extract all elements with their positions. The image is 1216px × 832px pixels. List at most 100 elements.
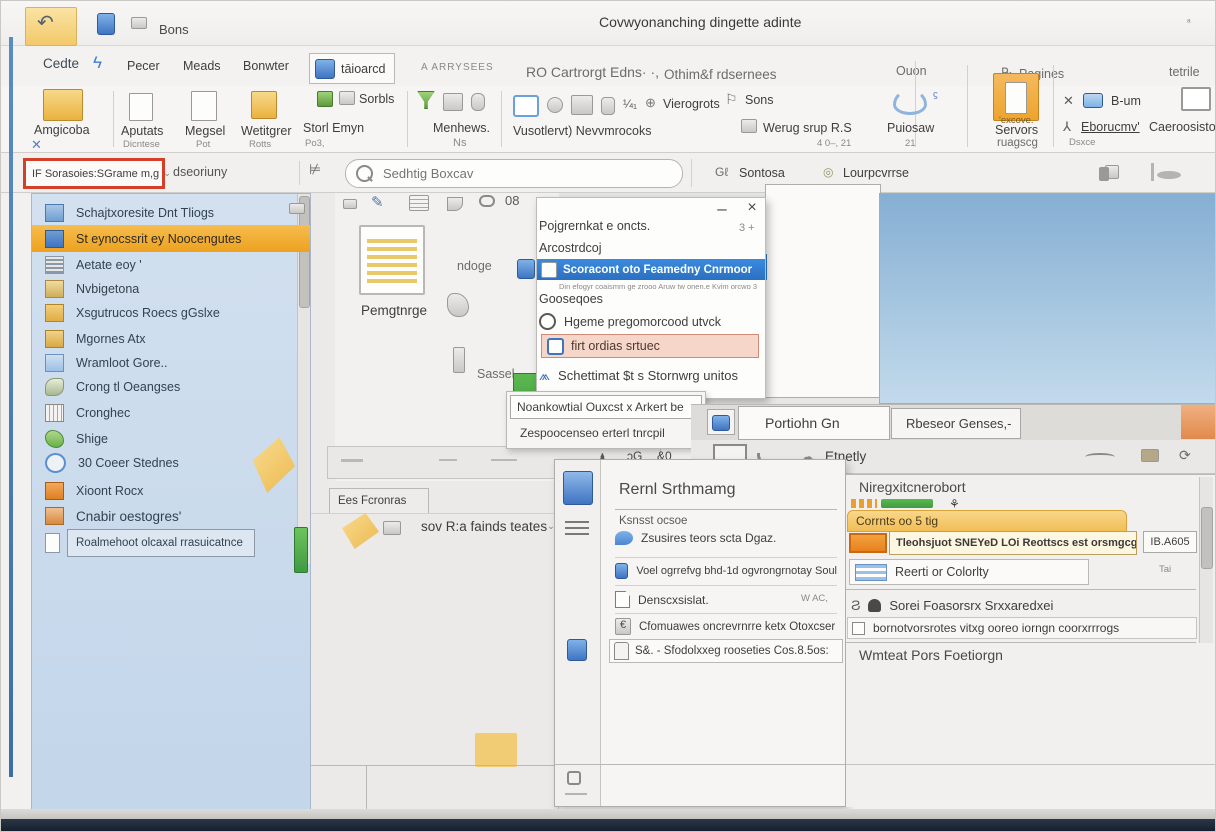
storl-funnel-icon[interactable]	[317, 91, 333, 107]
sidebar-item-13[interactable]: Cnabir oestogres'	[33, 504, 307, 528]
table2-icon[interactable]	[571, 95, 593, 115]
search-bar[interactable]	[345, 159, 683, 188]
tab-row-blue-icon[interactable]	[707, 409, 735, 435]
tab-portiohn[interactable]: Portiohn Gn	[738, 406, 890, 440]
popup-row-hgeme[interactable]: Hgeme pregomorcood utvck	[539, 313, 763, 330]
printer-small-icon[interactable]	[567, 639, 587, 661]
bes-format-tab[interactable]: Ees Fcronras	[329, 488, 429, 513]
pane-corner-icon-2[interactable]	[1157, 171, 1181, 179]
menhews-clip-icon[interactable]	[471, 93, 485, 111]
search-folder-icon	[45, 453, 66, 473]
sidebar-item-1[interactable]: Schajtxoresite Dnt Tliogs	[33, 201, 307, 225]
strip-box-icon[interactable]	[343, 199, 357, 209]
pemgtnrge-document-icon[interactable]	[359, 225, 425, 295]
list-frame-icon[interactable]	[513, 95, 539, 117]
sidebar-item-4[interactable]: Nvbigetona	[33, 277, 307, 301]
right-scroll-thumb[interactable]	[1201, 507, 1213, 569]
right-row-1-valuebox[interactable]: IB.A605	[1143, 531, 1197, 553]
servors-icon[interactable]	[993, 73, 1039, 121]
strip-glasses-icon[interactable]	[479, 195, 495, 207]
right-row-1-label: Tleohsjuot SNEYeD LOi Reottscs est orsmg…	[896, 537, 1137, 549]
dialog-row-5-box[interactable]: S&. - Sfodolxxeg rooseties Cos.8.5os:	[609, 639, 843, 663]
pane-corner-icon-1[interactable]	[1099, 167, 1109, 181]
popup-pink-box[interactable]: firt ordias srtuec	[541, 334, 759, 358]
ribbon-tab-active[interactable]: tāioarcd	[309, 53, 395, 84]
filter-box-highlight[interactable]: IF Sorasoies:SGrame m,g ⌄	[23, 158, 165, 189]
ribbon-tab-bonwter[interactable]: Bonwter	[243, 59, 289, 73]
folder-small-icon[interactable]	[1141, 449, 1159, 462]
popup-row-schettimat[interactable]: ⩕ Schettimat $t s Stornwrg unitos	[539, 367, 763, 384]
undo-icon[interactable]: ↶	[37, 15, 59, 33]
printer-icon[interactable]	[563, 471, 593, 505]
picture-icon[interactable]	[1083, 93, 1103, 108]
checkbox-icon[interactable]	[852, 622, 865, 635]
ribbon-tab-meads[interactable]: Meads	[183, 59, 221, 73]
dialog-row-1[interactable]: Zsusires teors scta Dgaz.	[615, 531, 837, 545]
ribbon-tab-pecer[interactable]: Pecer	[127, 59, 160, 73]
link-icon[interactable]	[547, 97, 563, 113]
popup-selected-row[interactable]: Scoracont oto Feamedny Cnrmoor	[537, 259, 765, 280]
strip-pencil-icon[interactable]: ✎	[371, 193, 389, 211]
werug-grid-icon[interactable]	[741, 119, 757, 133]
sidebar-item-8-label: Crong tl Oeangses	[76, 380, 180, 394]
sidebar-item-3[interactable]: Aetate eoy '	[33, 253, 307, 277]
refresh-icon[interactable]: ⟳	[1179, 447, 1197, 463]
folder-row-label[interactable]: sov R:a fainds teates	[421, 519, 547, 534]
orange-group-tab[interactable]: Corrnts oo 5 tig	[847, 510, 1127, 532]
speech-bubble-icon	[615, 531, 633, 545]
search-icon	[356, 165, 373, 182]
search-input[interactable]	[381, 165, 645, 182]
save-window-icon[interactable]	[97, 13, 115, 35]
sorbls-table-icon[interactable]	[339, 91, 355, 105]
sidebar-item-6[interactable]: Mgornes Atx	[33, 327, 307, 351]
right-row-3[interactable]: Ϩ Sorei Foasorsrx Srxxaredxei	[851, 593, 1191, 617]
dialog-row-2[interactable]: Voel ogrrefvg bhd-1d ogvrongrnotay Soul	[615, 563, 837, 579]
popup-minimize-button[interactable]: –	[713, 199, 731, 217]
right-panel-scrollbar[interactable]	[1199, 477, 1213, 643]
sons-label[interactable]: Sons	[745, 93, 774, 107]
right-row-1-iconbox[interactable]	[849, 533, 887, 553]
dialog-row-4[interactable]: € Cfomuawes oncrevrnrre ketx Otoxcser	[615, 618, 837, 635]
lourpcvrrse-button[interactable]: Lourpcvrrse	[843, 166, 909, 180]
sidebar-item-5[interactable]: Xsgutrucos Roecs gGslxe	[33, 301, 307, 325]
menhews-grid-icon[interactable]	[443, 93, 463, 111]
right-row-1-box[interactable]: Tleohsjuot SNEYeD LOi Reottscs est orsmg…	[889, 531, 1137, 555]
popup-row-2[interactable]: Arcostrdcoj	[539, 241, 763, 255]
popup-row-1-label: Pojgrernkat e oncts.	[539, 219, 650, 233]
folder-checkbox-icon[interactable]	[383, 521, 401, 535]
popup-row-1[interactable]: Pojgrernkat e oncts.	[539, 219, 763, 233]
toolbar-right-icon-2[interactable]	[1151, 163, 1154, 181]
vierogrots-label[interactable]: Vierogrots	[663, 97, 720, 111]
email-icon[interactable]	[131, 17, 147, 29]
phone-icon[interactable]	[601, 97, 615, 115]
cut-x-icon[interactable]: ✕	[1063, 93, 1077, 107]
right-row-2-box[interactable]: Reerti or Colorlty	[849, 559, 1089, 585]
x-chart-icon[interactable]: ✕	[31, 137, 47, 151]
right-row-4-box[interactable]: bornotvorsrotes vitxg ooreo iorngn coorx…	[847, 617, 1197, 639]
popup-pink-label: firt ordias srtuec	[571, 339, 660, 353]
popup-close-button[interactable]: ×	[743, 199, 761, 217]
popup-row-gooseqoes[interactable]: Gooseqoes	[539, 292, 763, 306]
puiosaw-swoosh-icon[interactable]	[893, 89, 927, 115]
sidebar-item-7[interactable]: Wramloot Gore..	[33, 351, 307, 375]
doc-lines	[367, 235, 417, 283]
sidebar-item-10[interactable]: Shige	[33, 427, 307, 451]
eborucmv-funnel-icon[interactable]: ⅄	[1063, 119, 1077, 133]
sidebar-item-8[interactable]: Crong tl Oeangses	[33, 375, 307, 399]
aputats-icon[interactable]	[129, 93, 153, 121]
file-tab[interactable]: Cedte	[43, 56, 79, 71]
tetrile-monitor-icon[interactable]	[1181, 87, 1211, 111]
strip-list-icon[interactable]	[409, 195, 429, 211]
amgicoba-icon[interactable]	[43, 89, 83, 121]
megsel-icon[interactable]	[191, 91, 217, 121]
flag-corner-icon[interactable]: ⊭	[309, 161, 325, 179]
tab-rbeseor[interactable]: Rbeseor Genses,-	[891, 408, 1021, 439]
dropdown-option-1[interactable]: Noankowtial Ouxcst x Arkert be	[510, 395, 702, 419]
sidebar-item-9[interactable]: Cronghec	[33, 401, 307, 425]
menu-lines-icon[interactable]	[565, 521, 589, 535]
sontosa-button[interactable]: Sontosa	[739, 166, 785, 180]
sidebar-item-2[interactable]: St eynocssrit ey Noocengutes	[33, 227, 307, 251]
dropdown-option-2[interactable]: Zespoocenseo erterl tnrcpil	[510, 421, 702, 445]
sidebar-item-14-box[interactable]: Roalmehoot olcaxal rrasuicatnce	[67, 529, 255, 557]
wetitgrer-icon[interactable]	[251, 91, 277, 119]
